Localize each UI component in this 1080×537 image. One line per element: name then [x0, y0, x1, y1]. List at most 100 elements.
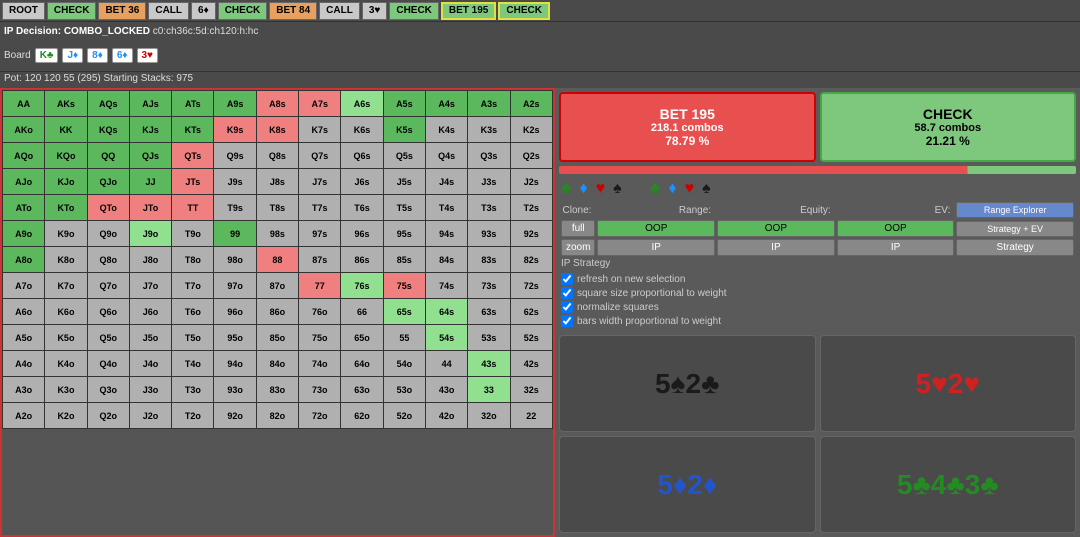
matrix-cell[interactable]: A5o	[3, 325, 45, 351]
matrix-cell[interactable]: 63o	[341, 377, 383, 403]
matrix-cell[interactable]: Q8s	[256, 143, 298, 169]
matrix-cell[interactable]: 55	[383, 325, 425, 351]
matrix-cell[interactable]: 62o	[341, 403, 383, 429]
matrix-cell[interactable]: K6s	[341, 117, 383, 143]
matrix-cell[interactable]: ATo	[3, 195, 45, 221]
matrix-cell[interactable]: T5o	[172, 325, 214, 351]
matrix-cell[interactable]: 84o	[256, 351, 298, 377]
matrix-cell[interactable]: 87o	[256, 273, 298, 299]
matrix-cell[interactable]: T6o	[172, 299, 214, 325]
matrix-cell[interactable]: 75s	[383, 273, 425, 299]
matrix-cell[interactable]: 83s	[468, 247, 510, 273]
matrix-cell[interactable]: 72s	[510, 273, 552, 299]
matrix-cell[interactable]: Q4o	[87, 351, 129, 377]
matrix-cell[interactable]: K5o	[45, 325, 87, 351]
matrix-cell[interactable]: 65s	[383, 299, 425, 325]
nav-bet195[interactable]: BET 195	[441, 2, 496, 20]
matrix-cell[interactable]: 74o	[299, 351, 341, 377]
matrix-cell[interactable]: A4s	[425, 91, 467, 117]
matrix-cell[interactable]: ATs	[172, 91, 214, 117]
matrix-cell[interactable]: 72o	[299, 403, 341, 429]
matrix-cell[interactable]: Q7o	[87, 273, 129, 299]
matrix-cell[interactable]: 62s	[510, 299, 552, 325]
matrix-cell[interactable]: J7o	[129, 273, 171, 299]
matrix-cell[interactable]: J6o	[129, 299, 171, 325]
matrix-cell[interactable]: KK	[45, 117, 87, 143]
matrix-cell[interactable]: KTs	[172, 117, 214, 143]
matrix-cell[interactable]: 77	[299, 273, 341, 299]
matrix-cell[interactable]: QJs	[129, 143, 171, 169]
bars-width-checkbox[interactable]	[561, 315, 573, 327]
matrix-cell[interactable]: 22	[510, 403, 552, 429]
matrix-cell[interactable]: 92s	[510, 221, 552, 247]
nav-check-2[interactable]: CHECK	[218, 2, 268, 20]
nav-bet84[interactable]: BET 84	[269, 2, 317, 20]
matrix-cell[interactable]: J2s	[510, 169, 552, 195]
matrix-cell[interactable]: Q5o	[87, 325, 129, 351]
matrix-cell[interactable]: J3o	[129, 377, 171, 403]
refresh-checkbox[interactable]	[561, 273, 573, 285]
matrix-cell[interactable]: A7o	[3, 273, 45, 299]
matrix-cell[interactable]: 93s	[468, 221, 510, 247]
matrix-cell[interactable]: Q7s	[299, 143, 341, 169]
matrix-cell[interactable]: Q2s	[510, 143, 552, 169]
matrix-cell[interactable]: 86s	[341, 247, 383, 273]
matrix-cell[interactable]: T3o	[172, 377, 214, 403]
matrix-cell[interactable]: 73o	[299, 377, 341, 403]
diamonds-suit-icon[interactable]: ♦	[580, 180, 588, 198]
matrix-cell[interactable]: 87s	[299, 247, 341, 273]
ip-btn-3[interactable]: IP	[837, 239, 955, 256]
matrix-cell[interactable]: AKs	[45, 91, 87, 117]
matrix-cell[interactable]: Q6o	[87, 299, 129, 325]
matrix-cell[interactable]: 76o	[299, 299, 341, 325]
matrix-cell[interactable]: K5s	[383, 117, 425, 143]
matrix-cell[interactable]: A9o	[3, 221, 45, 247]
matrix-cell[interactable]: K4s	[425, 117, 467, 143]
ip-btn-2[interactable]: IP	[717, 239, 835, 256]
matrix-cell[interactable]: T2o	[172, 403, 214, 429]
matrix-cell[interactable]: K8o	[45, 247, 87, 273]
matrix-cell[interactable]: J2o	[129, 403, 171, 429]
matrix-cell[interactable]: Q3o	[87, 377, 129, 403]
matrix-cell[interactable]: 94o	[214, 351, 256, 377]
matrix-cell[interactable]: 95o	[214, 325, 256, 351]
normalize-checkbox[interactable]	[561, 301, 573, 313]
matrix-cell[interactable]: 53s	[468, 325, 510, 351]
strategy-ev-btn[interactable]: Strategy + EV	[956, 221, 1074, 237]
matrix-cell[interactable]: 97s	[299, 221, 341, 247]
matrix-cell[interactable]: KJo	[45, 169, 87, 195]
matrix-cell[interactable]: 75o	[299, 325, 341, 351]
matrix-cell[interactable]: K2s	[510, 117, 552, 143]
diamonds-suit-icon-2[interactable]: ♦	[668, 180, 676, 198]
matrix-cell[interactable]: T9o	[172, 221, 214, 247]
matrix-cell[interactable]: A7s	[299, 91, 341, 117]
oop-btn-1[interactable]: OOP	[597, 220, 715, 237]
matrix-cell[interactable]: T2s	[510, 195, 552, 221]
matrix-cell[interactable]: 76s	[341, 273, 383, 299]
matrix-cell[interactable]: Q5s	[383, 143, 425, 169]
matrix-cell[interactable]: K3s	[468, 117, 510, 143]
matrix-cell[interactable]: 84s	[425, 247, 467, 273]
hearts-suit-icon[interactable]: ♥	[596, 180, 606, 198]
matrix-cell[interactable]: 63s	[468, 299, 510, 325]
matrix-cell[interactable]: 43s	[468, 351, 510, 377]
matrix-cell[interactable]: K7s	[299, 117, 341, 143]
matrix-cell[interactable]: T5s	[383, 195, 425, 221]
matrix-cell[interactable]: J4o	[129, 351, 171, 377]
matrix-cell[interactable]: A5s	[383, 91, 425, 117]
check-action-box[interactable]: CHECK 58.7 combos 21.21 %	[820, 92, 1077, 162]
matrix-cell[interactable]: Q9s	[214, 143, 256, 169]
matrix-cell[interactable]: 85s	[383, 247, 425, 273]
matrix-cell[interactable]: J5o	[129, 325, 171, 351]
matrix-cell[interactable]: T4s	[425, 195, 467, 221]
bet-action-box[interactable]: BET 195 218.1 combos 78.79 %	[559, 92, 816, 162]
matrix-cell[interactable]: T7s	[299, 195, 341, 221]
matrix-cell[interactable]: A3s	[468, 91, 510, 117]
oop-btn-3[interactable]: OOP	[837, 220, 955, 237]
matrix-cell[interactable]: T3s	[468, 195, 510, 221]
matrix-cell[interactable]: 83o	[256, 377, 298, 403]
matrix-cell[interactable]: A8o	[3, 247, 45, 273]
matrix-cell[interactable]: Q6s	[341, 143, 383, 169]
matrix-cell[interactable]: 44	[425, 351, 467, 377]
matrix-cell[interactable]: 94s	[425, 221, 467, 247]
